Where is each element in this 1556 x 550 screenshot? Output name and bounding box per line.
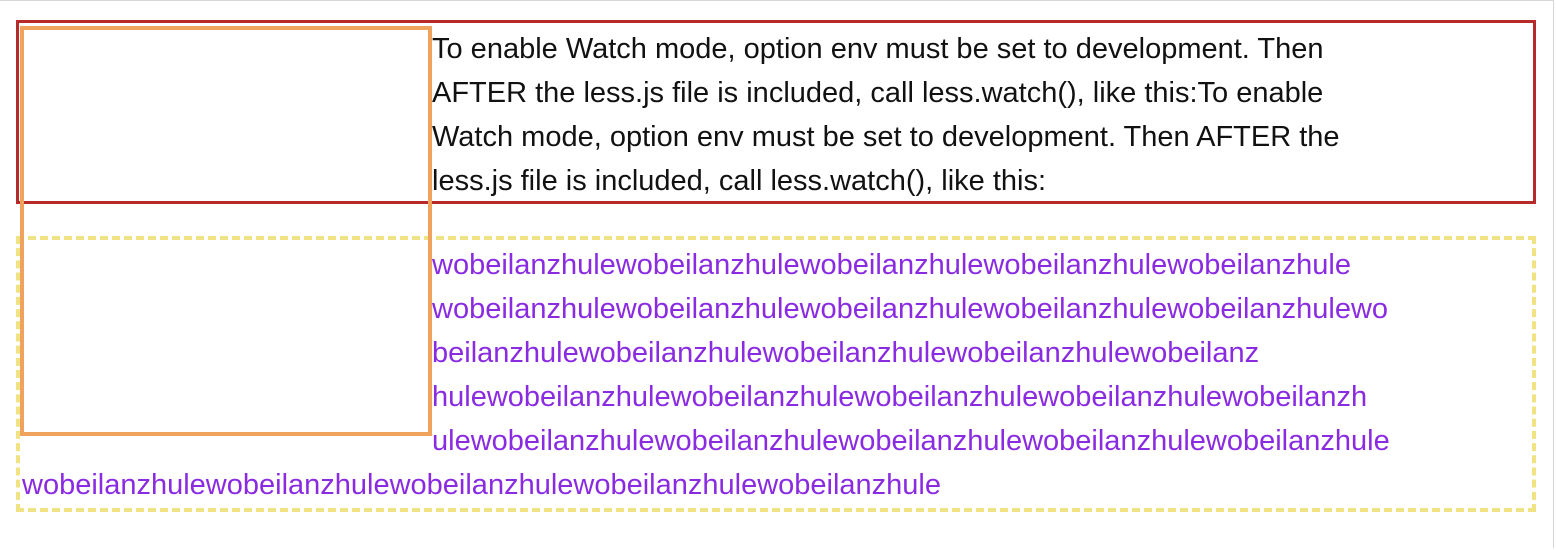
wrapped-text-line: ulewobeilanzhulewobeilanzhulewobeilanzhu… <box>432 425 1390 457</box>
orange-float-box <box>20 26 432 436</box>
wrapped-text-line: wobeilanzhulewobeilanzhulewobeilanzhulew… <box>432 249 1351 281</box>
wrapped-text-line: beilanzhulewobeilanzhulewobeilanzhulewob… <box>432 337 1260 369</box>
wrapped-text-line: wobeilanzhulewobeilanzhulewobeilanzhulew… <box>22 469 941 501</box>
wrapped-text-line: wobeilanzhulewobeilanzhulewobeilanzhulew… <box>432 293 1389 325</box>
paragraph-line: AFTER the less.js file is included, call… <box>432 77 1324 109</box>
wrapped-text-line: hulewobeilanzhulewobeilanzhulewobeilanzh… <box>432 381 1368 413</box>
paragraph-line: Watch mode, option env must be set to de… <box>432 121 1340 153</box>
paragraph-line: To enable Watch mode, option env must be… <box>432 33 1324 65</box>
paragraph-line: less.js file is included, call less.watc… <box>432 165 1047 197</box>
watch-mode-paragraph: To enable Watch mode, option env must be… <box>432 27 1528 203</box>
float-demo: To enable Watch mode, option env must be… <box>0 0 1556 550</box>
